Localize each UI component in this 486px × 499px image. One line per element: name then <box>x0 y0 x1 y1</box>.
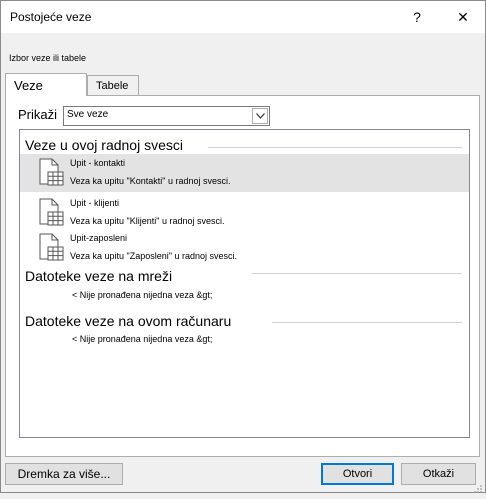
group-divider <box>252 273 462 274</box>
empty-message: < Nije pronađena nijedna veza &gt; <box>72 334 213 344</box>
item-description: Veza ka upitu "Zaposleni" u radnoj svesc… <box>70 251 237 261</box>
show-dropdown-value: Sve veze <box>67 109 109 120</box>
show-label: Prikaži <box>18 107 58 122</box>
connection-table-icon <box>38 198 64 233</box>
tab-connections[interactable]: Veze <box>5 73 87 96</box>
group-heading-network: Datoteke veze na mreži <box>25 268 173 284</box>
window-title: Postojeće veze <box>10 10 92 24</box>
close-icon: ✕ <box>457 8 469 25</box>
open-button[interactable]: Otvori <box>321 463 394 485</box>
list-item[interactable]: Upit-zaposleni Veza ka upitu "Zaposleni"… <box>20 229 469 267</box>
item-name: Upit-zaposleni <box>70 233 128 243</box>
list-item[interactable]: Upit - kontakti Veza ka upitu "Kontakti"… <box>20 154 469 192</box>
tab-label: Veze <box>14 77 43 93</box>
group-divider <box>208 147 462 148</box>
chevron-down-icon[interactable] <box>252 108 268 124</box>
group-divider <box>272 322 462 323</box>
group-heading-computer: Datoteke veze na ovom računaru <box>25 313 232 329</box>
group-heading-workbook: Veze u ovoj radnoj svesci <box>25 137 183 153</box>
cancel-button[interactable]: Otkaži <box>401 463 476 485</box>
item-description: Veza ka upitu "Klijenti" u radnoj svesci… <box>70 216 225 226</box>
item-name: Upit - kontakti <box>70 158 126 168</box>
empty-message: < Nije pronađena nijedna veza &gt; <box>72 290 213 300</box>
tab-label: Tabele <box>96 79 129 92</box>
browse-more-button[interactable]: Dremka za više... <box>5 463 123 485</box>
help-button[interactable]: ? <box>397 1 437 33</box>
tab-tables[interactable]: Tabele <box>87 75 139 95</box>
item-name: Upit - klijenti <box>70 198 120 208</box>
item-description: Veza ka upitu "Kontakti" u radnoj svesci… <box>70 176 231 186</box>
existing-connections-dialog: Postojeće veze ? ✕ Izbor veze ili tabele… <box>0 0 486 493</box>
question-mark-icon: ? <box>413 9 421 25</box>
dialog-subtitle: Izbor veze ili tabele <box>9 53 87 63</box>
connection-table-icon <box>38 233 64 268</box>
title-bar: Postojeće veze ? ✕ <box>1 1 485 33</box>
list-item[interactable]: Upit - klijenti Veza ka upitu "Klijenti"… <box>20 194 469 232</box>
connections-list[interactable]: Veze u ovoj radnoj svesci Upit - kontakt… <box>19 129 470 438</box>
close-button[interactable]: ✕ <box>443 1 483 33</box>
resize-grip-icon[interactable] <box>473 481 483 499</box>
show-dropdown[interactable]: Sve veze <box>63 106 270 126</box>
connection-table-icon <box>38 158 64 193</box>
